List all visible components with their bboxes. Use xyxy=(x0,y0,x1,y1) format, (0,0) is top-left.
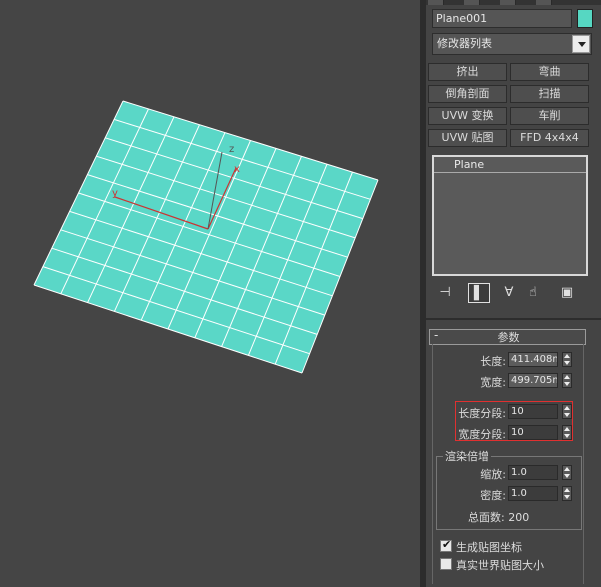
modifier-button-bend[interactable]: 弯曲 xyxy=(510,63,589,81)
width-segs-field[interactable]: 10 xyxy=(508,425,558,440)
render-multipliers-title: 渲染倍增 xyxy=(443,448,491,464)
rollout-title: 参数 xyxy=(497,331,520,344)
gen-mapping-label: 生成贴图坐标 xyxy=(456,541,522,554)
modifier-list-label: 修改器列表 xyxy=(437,37,492,50)
panel-divider xyxy=(426,318,601,320)
gen-mapping-checkbox[interactable] xyxy=(440,538,452,552)
modifier-button-extrude[interactable]: 挤出 xyxy=(428,63,507,81)
axis-y-label: y xyxy=(112,188,118,199)
axis-z-label: z xyxy=(229,144,234,155)
pin-stack-icon[interactable]: ⊣ xyxy=(434,283,456,303)
scale-label: 缩放: xyxy=(480,468,506,481)
density-label: 密度: xyxy=(480,489,506,502)
axis-x-label: x xyxy=(234,164,240,175)
modifier-list-dropdown[interactable]: 修改器列表 xyxy=(432,33,592,55)
modifier-button-bevel-profile[interactable]: 倒角剖面 xyxy=(428,85,507,103)
width-field[interactable]: 499.705m xyxy=(508,373,558,388)
real-world-checkbox[interactable] xyxy=(440,558,452,570)
modifier-button-uvw-map[interactable]: UVW 贴图 xyxy=(428,129,507,147)
width-spinner[interactable] xyxy=(562,373,572,388)
length-spinner[interactable] xyxy=(562,352,572,367)
total-faces: 总面数: 200 xyxy=(468,511,530,524)
width-label: 宽度: xyxy=(480,376,506,389)
remove-modifier-icon[interactable]: ☝ xyxy=(522,283,544,303)
modifier-stack[interactable]: Plane xyxy=(432,155,588,276)
modifier-button-sweep[interactable]: 扫描 xyxy=(510,85,589,103)
length-field[interactable]: 411.408m xyxy=(508,352,558,367)
modifier-button-lathe[interactable]: 车削 xyxy=(510,107,589,125)
modifier-button-uvw-xform[interactable]: UVW 变换 xyxy=(428,107,507,125)
density-field[interactable]: 1.0 xyxy=(508,486,558,501)
perspective-viewport[interactable]: y x z xyxy=(0,0,420,587)
scale-spinner[interactable] xyxy=(562,465,572,480)
modifier-stack-toolbar: ⊣ ▌ ∀ ☝ ▣ xyxy=(432,283,594,303)
length-segs-field[interactable]: 10 xyxy=(508,404,558,419)
width-segs-label: 宽度分段: xyxy=(458,428,506,441)
tab-create[interactable] xyxy=(428,0,444,5)
object-color-swatch[interactable] xyxy=(577,9,593,28)
real-world-label: 真实世界贴图大小 xyxy=(456,559,544,572)
modifier-button-ffd[interactable]: FFD 4x4x4 xyxy=(510,129,589,147)
chevron-down-icon[interactable] xyxy=(572,35,590,53)
stack-item-plane[interactable]: Plane xyxy=(434,157,586,173)
tab-motion[interactable] xyxy=(536,0,552,5)
rollout-header[interactable]: - 参数 xyxy=(429,328,586,345)
viewport-canvas[interactable]: y x z xyxy=(0,0,420,587)
width-segs-spinner[interactable] xyxy=(562,425,572,440)
length-label: 长度: xyxy=(480,355,506,368)
configure-modifier-sets-icon[interactable]: ▣ xyxy=(556,283,578,303)
tab-modify[interactable] xyxy=(464,0,480,5)
tab-hierarchy[interactable] xyxy=(500,0,516,5)
length-segs-spinner[interactable] xyxy=(562,404,572,419)
make-unique-icon[interactable]: ∀ xyxy=(498,283,520,303)
command-panel-tabs[interactable] xyxy=(426,0,601,5)
density-spinner[interactable] xyxy=(562,486,572,501)
scale-field[interactable]: 1.0 xyxy=(508,465,558,480)
object-name-field[interactable]: Plane001 xyxy=(432,9,572,28)
length-segs-label: 长度分段: xyxy=(458,407,506,420)
show-end-result-icon[interactable]: ▌ xyxy=(468,283,490,303)
